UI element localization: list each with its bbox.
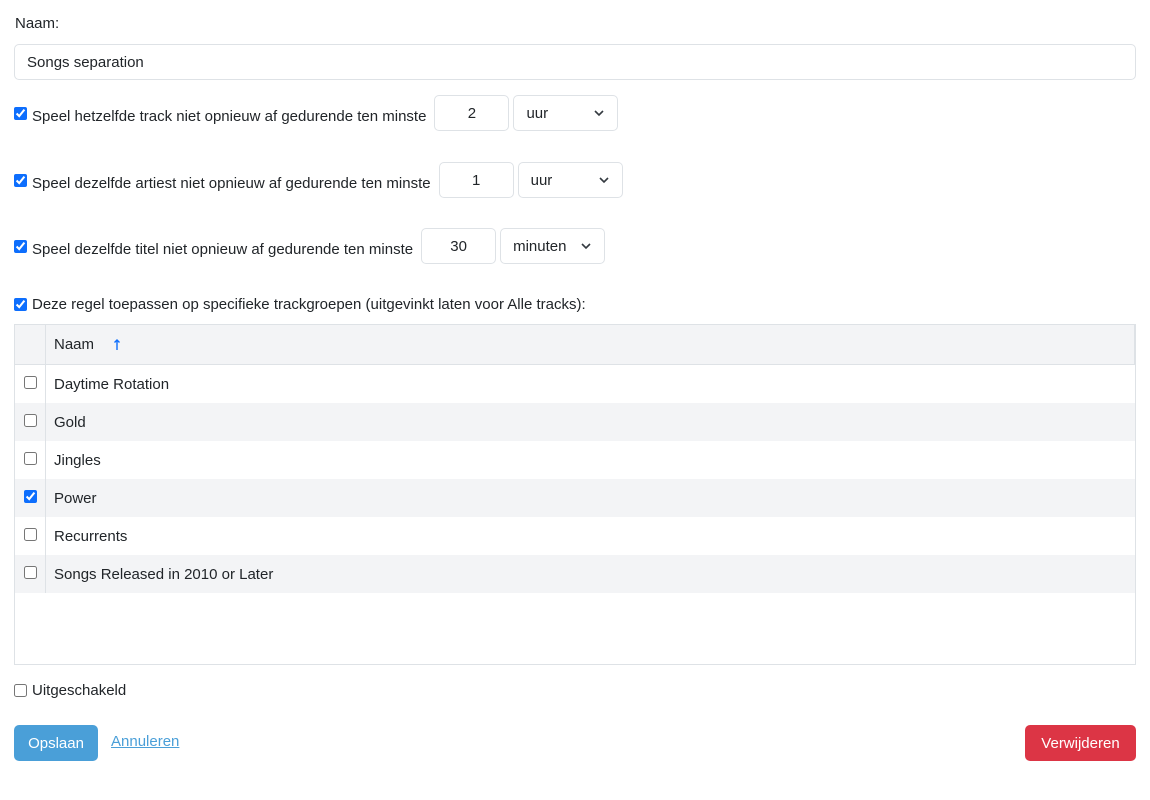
- row-name: Recurrents: [54, 527, 128, 545]
- rule-artist-label: Speel dezelfde artiest niet opnieuw af g…: [32, 174, 431, 192]
- grid-header: Naam: [15, 325, 1135, 365]
- name-column-header[interactable]: Naam: [46, 336, 122, 353]
- delete-button[interactable]: Verwijderen: [1025, 725, 1136, 761]
- groups-toggle: Deze regel toepassen op specifieke track…: [14, 296, 586, 313]
- rule-artist-unit-select[interactable]: uur: [517, 162, 623, 198]
- row-name: Gold: [54, 413, 86, 431]
- disabled-label: Uitgeschakeld: [32, 682, 127, 699]
- row-name: Daytime Rotation: [54, 375, 170, 393]
- chevron-down-icon: [581, 243, 591, 250]
- name-input[interactable]: [14, 44, 1136, 80]
- row-checkbox[interactable]: [23, 489, 37, 503]
- rule-title-unit-select[interactable]: minuten: [500, 228, 606, 264]
- row-checkbox[interactable]: [23, 451, 37, 465]
- rule-title-label: Speel dezelfde titel niet opnieuw af ged…: [32, 240, 414, 258]
- rule-title-value-input[interactable]: [421, 228, 497, 264]
- groups-checkbox[interactable]: [14, 298, 27, 311]
- chevron-down-icon: [599, 177, 609, 184]
- table-row[interactable]: Gold: [15, 403, 1135, 441]
- chevron-down-icon: [594, 110, 605, 117]
- row-checkbox[interactable]: [23, 375, 37, 389]
- rule-track-unit-value: uur: [526, 104, 549, 122]
- name-column-label: Naam: [54, 336, 95, 353]
- rule-track-label: Speel hetzelfde track niet opnieuw af ge…: [32, 107, 427, 125]
- row-name: Power: [54, 489, 97, 507]
- rule-artist-checkbox[interactable]: [14, 173, 27, 187]
- rule-track-unit-select[interactable]: uur: [513, 95, 619, 131]
- row-checkbox[interactable]: [23, 413, 37, 427]
- table-row[interactable]: Daytime Rotation: [15, 365, 1135, 403]
- rule-artist: Speel dezelfde artiest niet opnieuw af g…: [14, 162, 623, 198]
- rule-artist-unit-value: uur: [530, 171, 553, 189]
- row-checkbox[interactable]: [23, 565, 37, 579]
- table-row[interactable]: Jingles: [15, 441, 1135, 479]
- rule-artist-value-input[interactable]: [438, 162, 514, 198]
- row-name: Jingles: [54, 451, 101, 469]
- disabled-checkbox[interactable]: [14, 684, 27, 697]
- track-groups-grid: Naam Daytime Rotation Gold Jingles Power…: [14, 324, 1136, 665]
- rule-track: Speel hetzelfde track niet opnieuw af ge…: [14, 95, 619, 131]
- row-name: Songs Released in 2010 or Later: [54, 565, 274, 583]
- rule-title: Speel dezelfde titel niet opnieuw af ged…: [14, 228, 606, 264]
- groups-label: Deze regel toepassen op specifieke track…: [32, 296, 586, 313]
- rule-track-value-input[interactable]: [434, 95, 510, 131]
- name-label: Naam:: [15, 15, 60, 32]
- table-row[interactable]: Recurrents: [15, 517, 1135, 555]
- row-checkbox[interactable]: [23, 527, 37, 541]
- rule-title-checkbox[interactable]: [14, 239, 27, 253]
- table-row[interactable]: Songs Released in 2010 or Later: [15, 555, 1135, 593]
- cancel-link[interactable]: Annuleren: [111, 733, 179, 750]
- disabled-toggle: Uitgeschakeld: [14, 682, 126, 699]
- rule-track-checkbox[interactable]: [14, 106, 27, 120]
- select-column-header: [15, 325, 46, 364]
- arrow-up-icon: [114, 338, 121, 350]
- rule-title-unit-value: minuten: [513, 237, 567, 255]
- table-row[interactable]: Power: [15, 479, 1135, 517]
- save-button[interactable]: Opslaan: [14, 725, 98, 761]
